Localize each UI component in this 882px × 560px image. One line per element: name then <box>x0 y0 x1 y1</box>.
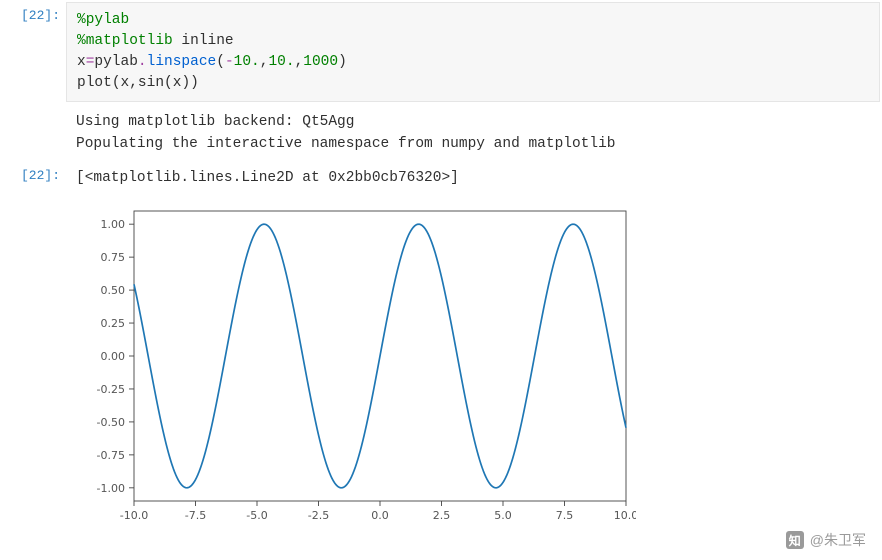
magic-pylab: %pylab <box>77 12 129 28</box>
stdout-cell: Using matplotlib backend: Qt5Agg Populat… <box>0 104 882 160</box>
zhihu-icon: 知 <box>786 531 804 549</box>
magic-matplotlib: %matplotlib <box>77 33 173 49</box>
svg-text:2.5: 2.5 <box>433 509 451 522</box>
svg-text:-5.0: -5.0 <box>246 509 267 522</box>
svg-text:-0.75: -0.75 <box>97 449 125 462</box>
svg-text:7.5: 7.5 <box>556 509 574 522</box>
code-input[interactable]: %pylab %matplotlib inline x=pylab.linspa… <box>66 2 880 102</box>
svg-text:-7.5: -7.5 <box>185 509 206 522</box>
svg-text:10.0: 10.0 <box>614 509 636 522</box>
plot-cell: -1.00 -0.75 -0.50 -0.25 0.00 0.25 0.50 0.75 1.00… <box>0 193 882 532</box>
result-cell: [22]: [<matplotlib.lines.Line2D at 0x2bb… <box>0 160 882 194</box>
watermark-text: @朱卫军 <box>810 530 866 550</box>
svg-text:-2.5: -2.5 <box>308 509 329 522</box>
svg-text:0.00: 0.00 <box>101 350 126 363</box>
svg-text:-0.50: -0.50 <box>97 416 125 429</box>
input-cell: [22]: %pylab %matplotlib inline x=pylab.… <box>0 0 882 104</box>
stdout-output: Using matplotlib backend: Qt5Agg Populat… <box>66 104 882 160</box>
output-prompt: [22]: <box>0 160 66 183</box>
input-prompt: [22]: <box>0 0 66 23</box>
svg-text:0.50: 0.50 <box>101 284 126 297</box>
svg-text:-0.25: -0.25 <box>97 383 125 396</box>
svg-text:5.0: 5.0 <box>494 509 512 522</box>
result-output: [<matplotlib.lines.Line2D at 0x2bb0cb763… <box>66 160 882 194</box>
watermark: 知 @朱卫军 <box>786 530 866 550</box>
sine-chart: -1.00 -0.75 -0.50 -0.25 0.00 0.25 0.50 0.75 1.00… <box>76 199 636 529</box>
svg-text:1.00: 1.00 <box>101 218 126 231</box>
svg-text:0.75: 0.75 <box>101 251 126 264</box>
svg-text:0.25: 0.25 <box>101 317 126 330</box>
svg-text:0.0: 0.0 <box>371 509 389 522</box>
svg-text:-10.0: -10.0 <box>120 509 148 522</box>
plot-output: -1.00 -0.75 -0.50 -0.25 0.00 0.25 0.50 0.75 1.00… <box>66 193 882 532</box>
svg-text:-1.00: -1.00 <box>97 482 125 495</box>
